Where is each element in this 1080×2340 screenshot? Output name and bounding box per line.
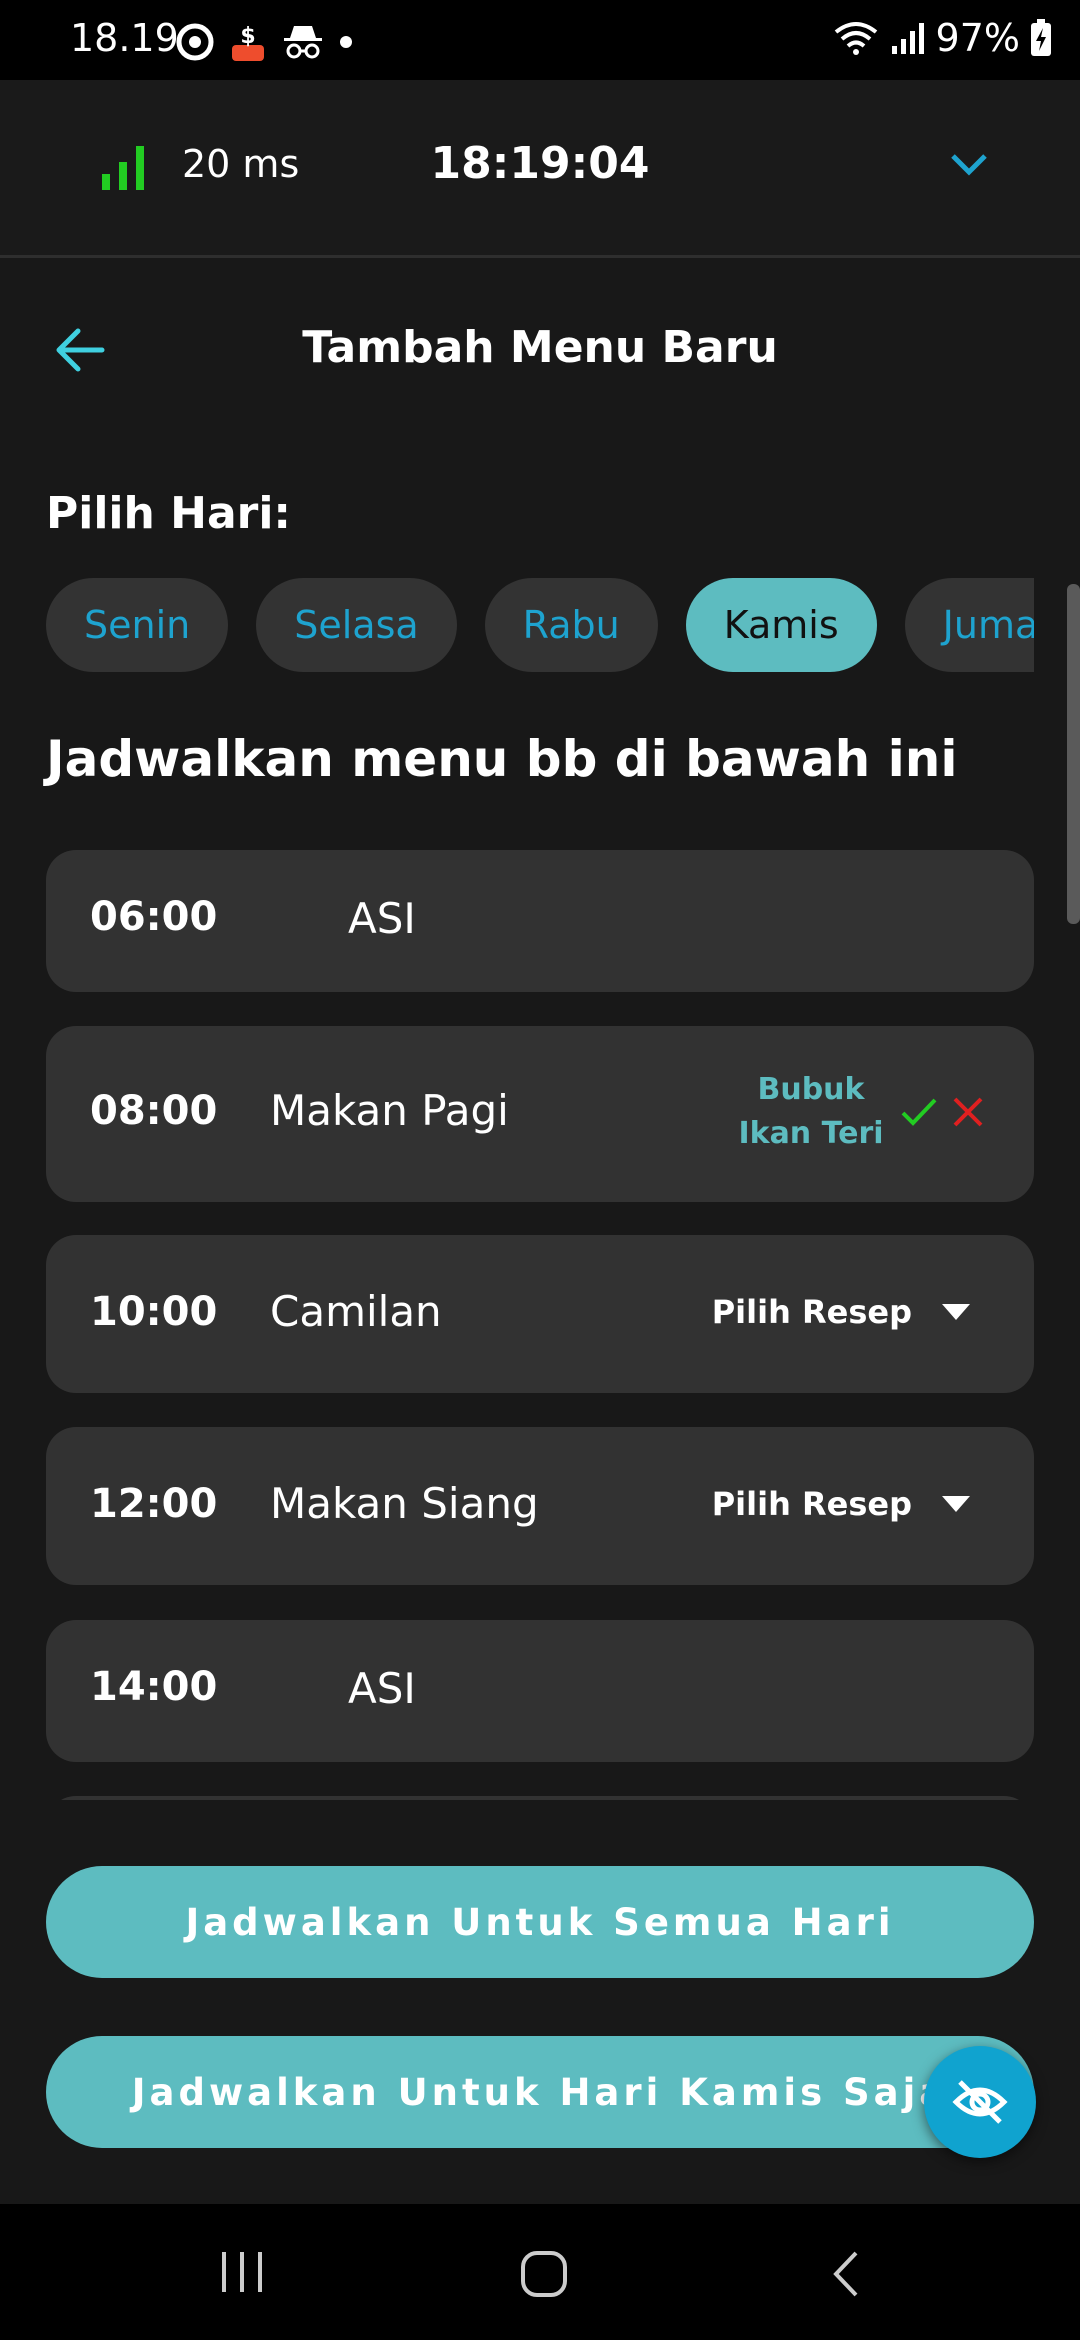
day-chip-senin[interactable]: Senin [46, 578, 229, 672]
chevron-down-icon[interactable] [948, 150, 990, 178]
slot-label: Makan Pagi [270, 1086, 509, 1135]
schedule-slot[interactable]: 14:00 ASI [46, 1620, 1034, 1762]
caret-down-icon [942, 1304, 970, 1320]
slot-label: ASI [348, 894, 416, 943]
schedule-slot[interactable]: 12:00 Makan Siang Pilih Resep [46, 1427, 1034, 1585]
status-system-icons: 97% [832, 16, 1052, 60]
day-chip-rabu[interactable]: Rabu [484, 578, 658, 672]
incognito-icon [284, 26, 322, 59]
recipe-dropdown-label: Pilih Resep [711, 1485, 912, 1523]
check-icon[interactable] [900, 1096, 938, 1128]
shopee-icon: $ [232, 24, 264, 61]
caret-down-icon [942, 1496, 970, 1512]
schedule-this-day-button[interactable]: Jadwalkan Untuk Hari Kamis Saja [46, 2036, 1034, 2148]
day-chip-selasa[interactable]: Selasa [256, 578, 457, 672]
status-bar: 18.19 $ 97% [0, 0, 1080, 80]
slot-time: 10:00 [90, 1289, 218, 1335]
recipe-dropdown[interactable]: Pilih Resep [712, 1485, 970, 1523]
wifi-icon [834, 22, 877, 55]
day-chip-jumat[interactable]: Jumat [904, 578, 1034, 672]
slot-label: Makan Siang [270, 1479, 539, 1528]
signal-icon [891, 23, 924, 54]
network-info-bar: 20 ms 18:19:04 [0, 80, 1080, 258]
clock: 18:19:04 [430, 138, 650, 189]
slot-time: 14:00 [90, 1664, 218, 1710]
slot-label: Camilan [270, 1287, 442, 1336]
recent-apps-icon[interactable] [218, 2250, 266, 2294]
svg-text:$: $ [240, 24, 255, 49]
battery-level: 97% [935, 16, 1020, 60]
status-time: 18.19 [70, 16, 179, 60]
recipe-dropdown-label: Pilih Resep [711, 1293, 912, 1331]
location-icon [176, 23, 214, 61]
schedule-heading: Jadwalkan menu bb di bawah ini [46, 730, 958, 788]
day-picker: Senin Selasa Rabu Kamis Jumat [46, 578, 1034, 672]
status-notification-icons: $ [176, 20, 354, 64]
back-nav-icon[interactable] [830, 2250, 862, 2298]
slot-time: 08:00 [90, 1088, 218, 1134]
home-icon[interactable] [520, 2250, 568, 2298]
selected-recipe: Bubuk Ikan Teri [736, 1068, 984, 1156]
visibility-toggle-button[interactable] [924, 2046, 1036, 2158]
eye-off-icon [952, 2080, 1008, 2124]
page-title: Tambah Menu Baru [302, 322, 778, 373]
selected-recipe-name: Bubuk Ikan Teri [738, 1072, 884, 1151]
schedule-list: 06:00 ASI 08:00 Makan Pagi Bubuk Ikan Te… [46, 850, 1034, 1800]
slot-label: ASI [348, 1664, 416, 1713]
day-chip-kamis[interactable]: Kamis [685, 578, 877, 672]
day-picker-label: Pilih Hari: [46, 488, 292, 539]
close-icon[interactable] [952, 1096, 984, 1128]
battery-charging-icon [1031, 19, 1051, 56]
schedule-slot[interactable]: 10:00 Camilan Pilih Resep [46, 1235, 1034, 1393]
schedule-all-days-button[interactable]: Jadwalkan Untuk Semua Hari [46, 1866, 1034, 1978]
system-nav-bar [0, 2204, 1080, 2340]
scrollbar[interactable] [1067, 584, 1080, 924]
recipe-dropdown[interactable]: Pilih Resep [712, 1293, 970, 1331]
schedule-slot[interactable]: 06:00 ASI [46, 850, 1034, 992]
slot-time: 12:00 [90, 1481, 218, 1527]
schedule-slot[interactable]: 08:00 Makan Pagi Bubuk Ikan Teri [46, 1026, 1034, 1202]
slot-time: 06:00 [90, 894, 218, 940]
schedule-slot-partial[interactable] [46, 1796, 1034, 1800]
dot-icon [340, 36, 352, 48]
